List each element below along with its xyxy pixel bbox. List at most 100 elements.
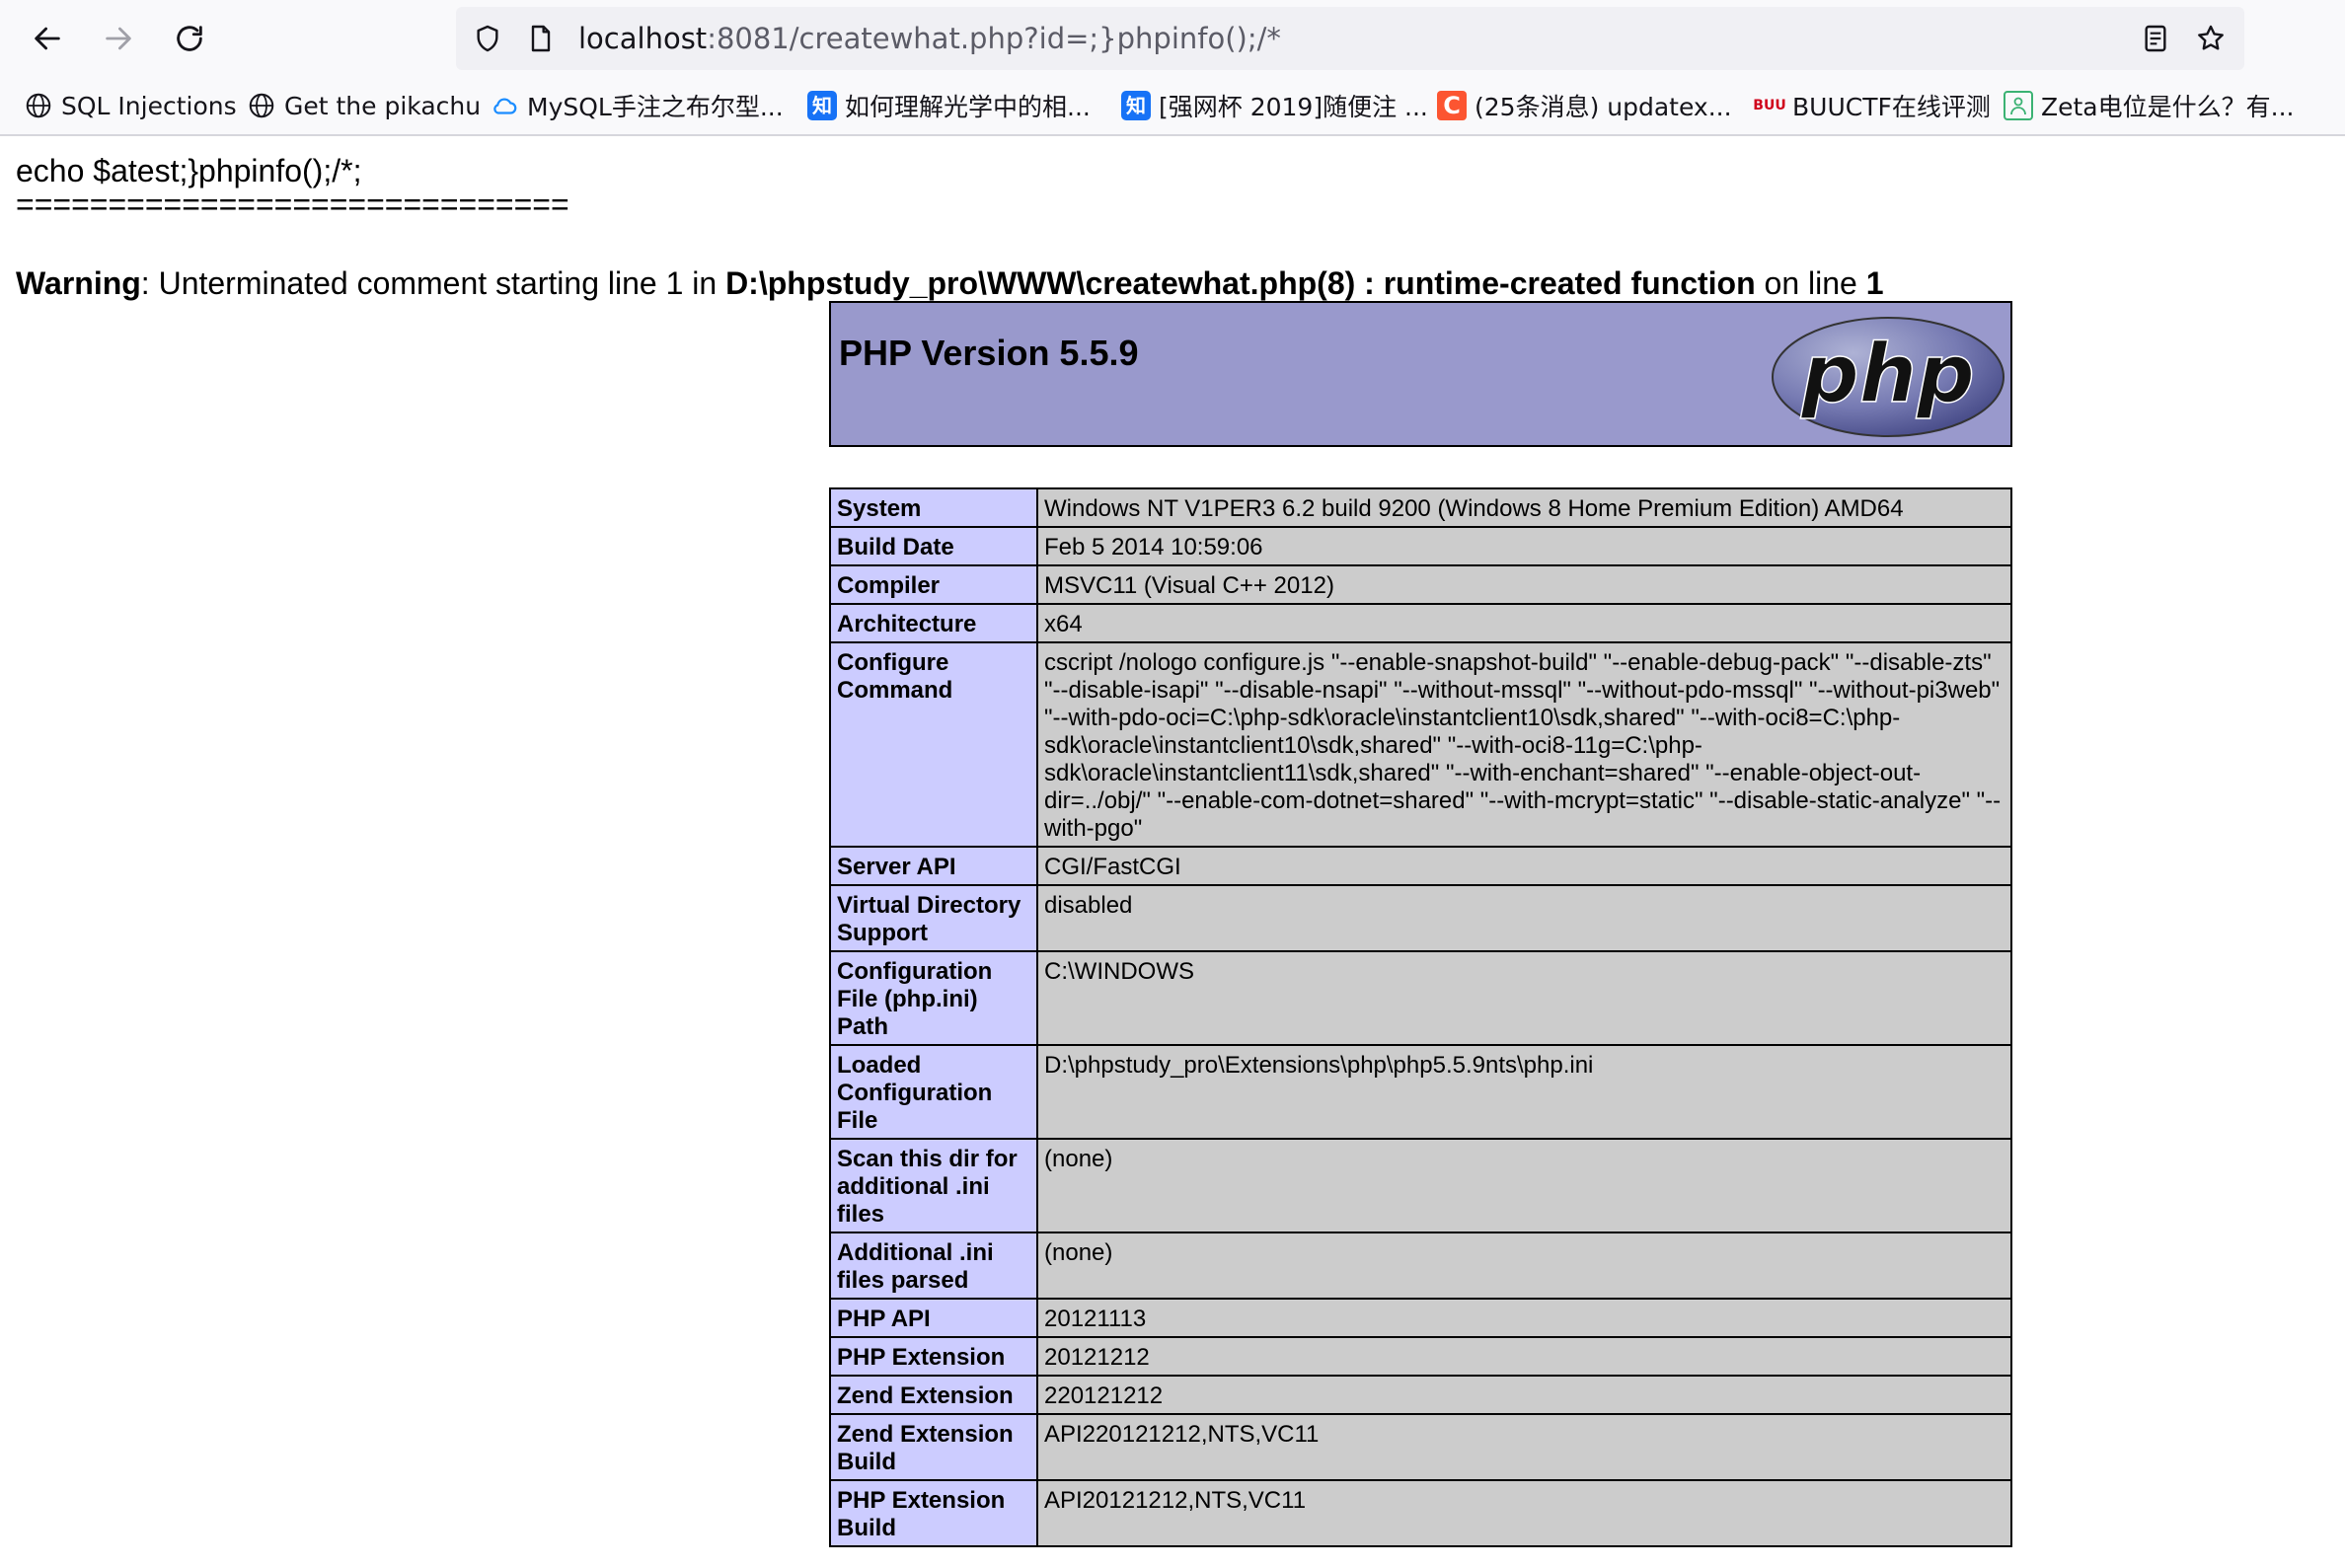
table-row: Configure Command cscript /nologo configu… xyxy=(829,641,2012,848)
php-warning: Warning: Unterminated comment starting l… xyxy=(16,264,1884,302)
info-key: Configure Command xyxy=(829,641,1038,848)
arrow-right-icon xyxy=(106,27,131,50)
table-row: Architecture x64 xyxy=(829,603,2012,643)
info-value: API220121212,NTS,VC11 xyxy=(1036,1413,2012,1481)
bookmark-zeta[interactable]: Zeta电位是什么？有... xyxy=(2004,77,2294,134)
echo-output: echo $atest;}phpinfo();/*; xyxy=(16,153,362,188)
bookmark-zhihu-qwb[interactable]: 知 [强网杯 2019]随便注 ... xyxy=(1121,77,1428,134)
zhihu-icon: 知 xyxy=(807,91,837,120)
bookmark-csdn-updatexml[interactable]: C (25条消息) updatex... xyxy=(1437,77,1732,134)
info-value: Windows NT V1PER3 6.2 build 9200 (Window… xyxy=(1036,487,2012,528)
info-value: (none) xyxy=(1036,1138,2012,1233)
info-key: Zend Extension Build xyxy=(829,1413,1038,1481)
info-key: Virtual Directory Support xyxy=(829,884,1038,952)
info-key: Zend Extension xyxy=(829,1375,1038,1415)
bookmark-get-the-pikachu[interactable]: Get the pikachu xyxy=(247,77,481,134)
info-key: Configuration File (php.ini) Path xyxy=(829,950,1038,1046)
bookmark-label: MySQL手注之布尔型... xyxy=(527,93,784,121)
bookmark-label: SQL Injections xyxy=(61,91,237,120)
info-value: Feb 5 2014 10:59:06 xyxy=(1036,526,2012,566)
php-logo-text: php xyxy=(1800,328,1975,421)
globe-icon xyxy=(24,91,53,120)
warning-message: : Unterminated comment starting line 1 i… xyxy=(140,265,726,301)
info-value: disabled xyxy=(1036,884,2012,952)
info-key: PHP Extension xyxy=(829,1336,1038,1377)
info-key: PHP Extension Build xyxy=(829,1479,1038,1547)
php-logo[interactable]: php xyxy=(1770,315,2006,439)
info-value: D:\phpstudy_pro\Extensions\php\php5.5.9n… xyxy=(1036,1044,2012,1140)
warning-file: D:\phpstudy_pro\WWW\createwhat.php(8) : … xyxy=(725,265,1756,301)
phpinfo-header: PHP Version 5.5.9 php xyxy=(829,301,2012,447)
info-key: Scan this dir for additional .ini files xyxy=(829,1138,1038,1233)
bookmarks-bar: SQL Injections Get the pikachu MySQL手注之布… xyxy=(0,77,2345,136)
bookmark-star-icon[interactable] xyxy=(2195,23,2227,54)
info-key: Architecture xyxy=(829,603,1038,643)
separator-line: ============================== xyxy=(16,187,569,222)
warning-line-number: 1 xyxy=(1865,265,1884,301)
info-value: C:\WINDOWS xyxy=(1036,950,2012,1046)
table-row: Additional .ini files parsed (none) xyxy=(829,1232,2012,1300)
zhihu-icon: 知 xyxy=(1121,91,1151,120)
table-row: Build Date Feb 5 2014 10:59:06 xyxy=(829,526,2012,566)
bookmark-sql-injections[interactable]: SQL Injections xyxy=(24,77,237,134)
buuctf-icon: BUU xyxy=(1753,98,1786,113)
table-row: PHP Extension 20121212 xyxy=(829,1336,2012,1377)
globe-icon xyxy=(247,91,276,120)
forward-button[interactable] xyxy=(96,16,141,61)
info-value: (none) xyxy=(1036,1232,2012,1300)
bookmark-label: Zeta电位是什么？有... xyxy=(2041,93,2295,121)
info-value: cscript /nologo configure.js "--enable-s… xyxy=(1036,641,2012,848)
info-key: PHP API xyxy=(829,1298,1038,1338)
reload-button[interactable] xyxy=(167,16,212,61)
shield-icon[interactable] xyxy=(472,23,503,54)
table-row: Scan this dir for additional .ini files(… xyxy=(829,1138,2012,1233)
table-row: Server API CGI/FastCGI xyxy=(829,846,2012,886)
reload-icon xyxy=(177,26,202,51)
back-button[interactable] xyxy=(25,16,70,61)
info-value: MSVC11 (Visual C++ 2012) xyxy=(1036,564,2012,605)
bookmark-label: [强网杯 2019]随便注 ... xyxy=(1159,93,1428,121)
info-value: CGI/FastCGI xyxy=(1036,846,2012,886)
table-row: Loaded Configuration File D:\phpstudy_pro… xyxy=(829,1044,2012,1140)
url-host: localhost xyxy=(578,22,708,55)
url-text[interactable]: localhost:8081/createwhat.php?id=;}phpin… xyxy=(578,7,1281,70)
bookmark-mysql[interactable]: MySQL手注之布尔型... xyxy=(490,77,784,134)
table-row: Zend Extension 220121212 xyxy=(829,1375,2012,1415)
browser-toolbar: localhost:8081/createwhat.php?id=;}phpin… xyxy=(0,0,2345,77)
table-row: PHP Extension Build API20121212,NTS,VC11 xyxy=(829,1479,2012,1547)
page-content: echo $atest;}phpinfo();/*; =============… xyxy=(0,136,2345,1568)
table-row: Configuration File (php.ini) Path C:\WIND… xyxy=(829,950,2012,1046)
info-key: Build Date xyxy=(829,526,1038,566)
warning-label: Warning xyxy=(16,265,141,301)
info-key: Compiler xyxy=(829,564,1038,605)
address-bar[interactable]: localhost:8081/createwhat.php?id=;}phpin… xyxy=(456,7,2244,70)
arrow-left-icon xyxy=(35,27,60,50)
php-version-title: PHP Version 5.5.9 xyxy=(839,333,1139,373)
page-icon[interactable] xyxy=(525,23,557,54)
info-key: Loaded Configuration File xyxy=(829,1044,1038,1140)
url-path: :8081/createwhat.php?id=;}phpinfo();/* xyxy=(707,22,1281,55)
phpinfo-table: System Windows NT V1PER3 6.2 build 9200 (… xyxy=(829,487,2012,1547)
table-row: Compiler MSVC11 (Visual C++ 2012) xyxy=(829,564,2012,605)
info-key: System xyxy=(829,487,1038,528)
bookmark-buuctf[interactable]: BUU BUUCTF在线评测 xyxy=(1753,77,1991,134)
csdn-icon: C xyxy=(1437,91,1467,120)
table-row: Zend Extension Build API220121212,NTS,VC1… xyxy=(829,1413,2012,1481)
info-value: 20121212 xyxy=(1036,1336,2012,1377)
cloud-icon xyxy=(490,91,519,120)
bookmark-label: (25条消息) updatex... xyxy=(1475,93,1732,121)
bookmark-label: BUUCTF在线评测 xyxy=(1792,93,1991,121)
info-value: 20121113 xyxy=(1036,1298,2012,1338)
warning-on-line: on line xyxy=(1755,265,1866,301)
reader-view-icon[interactable] xyxy=(2140,23,2171,54)
table-row: Virtual Directory Support disabled xyxy=(829,884,2012,952)
info-key: Server API xyxy=(829,846,1038,886)
table-row: PHP API 20121113 xyxy=(829,1298,2012,1338)
info-value: 220121212 xyxy=(1036,1375,2012,1415)
info-key: Additional .ini files parsed xyxy=(829,1232,1038,1300)
info-value: API20121212,NTS,VC11 xyxy=(1036,1479,2012,1547)
bookmark-label: Get the pikachu xyxy=(284,91,482,120)
table-row: System Windows NT V1PER3 6.2 build 9200 (… xyxy=(829,487,2012,528)
bookmark-zhihu-optics[interactable]: 知 如何理解光学中的相... xyxy=(807,77,1091,134)
zeta-icon xyxy=(2004,91,2033,120)
